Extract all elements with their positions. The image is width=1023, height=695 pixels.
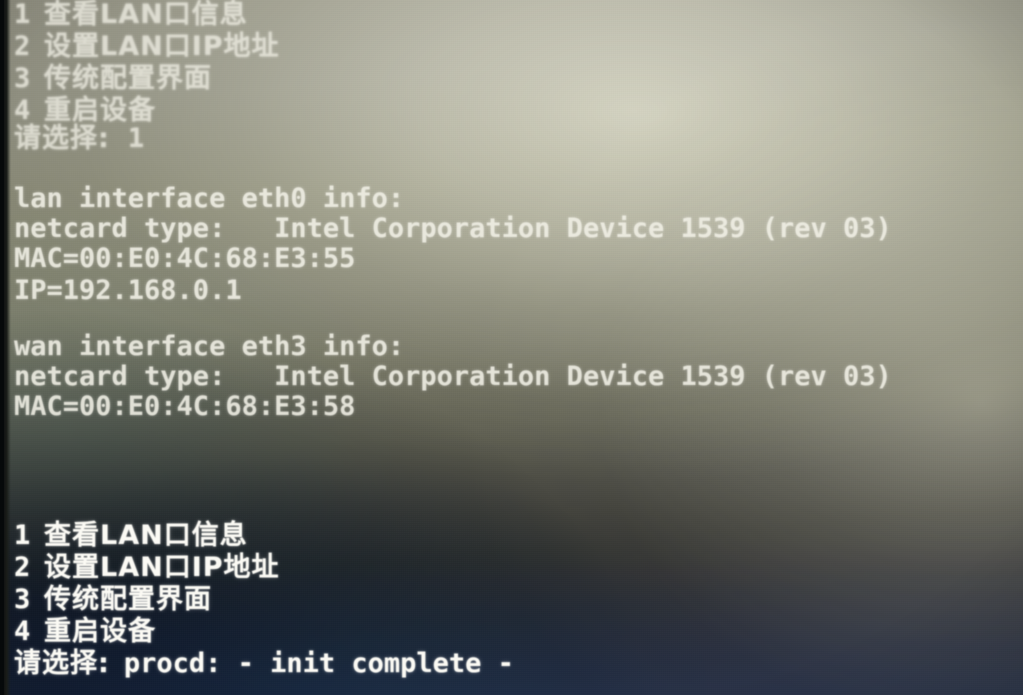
top-menu-item-4-number: 4 [14,95,31,126]
bottom-menu-item-1-label: 查看LAN口信息 [44,520,248,551]
bottom-menu-prompt-label: 请选择: [14,648,110,679]
wan-info-header: wan interface eth3 info: [14,331,405,362]
top-menu-item-1-number: 1 [14,0,31,30]
console-screen: 1 查看LAN口信息 2 设置LAN口IP地址 3 传统配置界面 4 重启设备 请选择:… [0,0,1023,695]
lan-mac-address: MAC=00:E0:4C:68:E3:55 [14,243,356,274]
console-text-area: 1 查看LAN口信息 2 设置LAN口IP地址 3 传统配置界面 4 重启设备 请选择:… [0,0,1023,695]
bottom-menu-prompt[interactable]: 请选择: procd: - init complete - [14,649,514,679]
bottom-menu-prompt-value: procd: - init complete - [123,648,514,679]
bottom-menu-item-3[interactable]: 3 传统配置界面 [14,585,212,615]
top-menu-item-3-label: 传统配置界面 [44,63,212,94]
bottom-menu-item-4[interactable]: 4 重启设备 [14,617,156,647]
bottom-menu-item-3-label: 传统配置界面 [44,584,212,615]
top-menu-prompt-label: 请选择: [14,123,110,154]
bottom-menu-item-4-number: 4 [14,616,31,647]
bottom-menu-item-2-number: 2 [14,552,31,583]
top-menu-item-4-label: 重启设备 [44,95,156,126]
top-menu-item-2-label: 设置LAN口IP地址 [44,31,280,62]
wan-mac-address: MAC=00:E0:4C:68:E3:58 [14,391,356,422]
top-menu-prompt-value: 1 [127,123,145,154]
top-menu-item-4[interactable]: 4 重启设备 [14,96,156,126]
bottom-menu-item-4-label: 重启设备 [44,616,156,647]
bottom-menu-item-1[interactable]: 1 查看LAN口信息 [14,521,248,551]
bottom-menu-item-2[interactable]: 2 设置LAN口IP地址 [14,553,280,583]
top-menu-item-2[interactable]: 2 设置LAN口IP地址 [14,32,280,62]
top-menu-item-1-label: 查看LAN口信息 [44,0,248,30]
lan-ip-address: IP=192.168.0.1 [14,275,242,306]
top-menu-item-1[interactable]: 1 查看LAN口信息 [14,0,248,30]
top-menu-item-3[interactable]: 3 传统配置界面 [14,64,212,94]
bottom-menu-item-1-number: 1 [14,520,31,551]
lan-info-header: lan interface eth0 info: [14,183,405,214]
top-menu-item-2-number: 2 [14,31,31,62]
top-menu-item-3-number: 3 [14,63,31,94]
lan-netcard-type: netcard type: Intel Corporation Device 1… [14,213,892,244]
top-menu-prompt[interactable]: 请选择: 1 [14,124,144,154]
bottom-menu-item-2-label: 设置LAN口IP地址 [44,552,280,583]
bottom-menu-item-3-number: 3 [14,584,31,615]
wan-netcard-type: netcard type: Intel Corporation Device 1… [14,361,892,392]
